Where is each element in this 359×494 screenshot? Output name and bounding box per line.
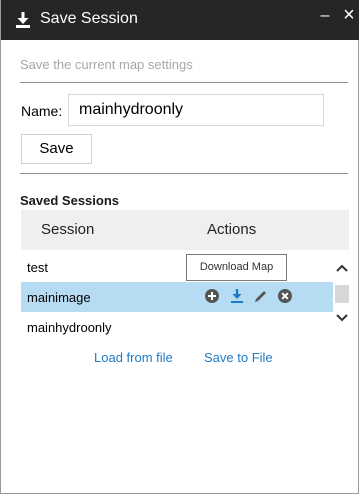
delete-circle-icon[interactable]: [277, 288, 293, 304]
save-to-file-link[interactable]: Save to File: [204, 350, 273, 365]
download-icon: [16, 12, 30, 28]
download-icon[interactable]: [229, 288, 245, 304]
session-name: mainimage: [27, 290, 91, 305]
table-row[interactable]: mainhydroonly: [21, 312, 333, 342]
saved-sessions-heading: Saved Sessions: [20, 193, 119, 208]
chevron-down-icon[interactable]: [335, 310, 349, 324]
edit-pencil-icon[interactable]: [253, 288, 269, 304]
save-session-panel: Save Session – × Save the current map se…: [0, 0, 359, 494]
divider: [20, 82, 348, 83]
minimize-icon[interactable]: –: [317, 7, 333, 29]
window-title: Save Session: [40, 10, 138, 27]
scrollbar-thumb[interactable]: [335, 285, 349, 303]
sessions-table-header: Session Actions: [21, 210, 349, 250]
session-name-input[interactable]: [68, 94, 324, 126]
add-circle-icon[interactable]: [204, 288, 220, 304]
name-label: Name:: [21, 103, 63, 119]
divider: [20, 173, 348, 174]
column-header-session: Session: [41, 221, 95, 238]
title-bar: Save Session – ×: [1, 0, 359, 40]
sessions-scrollbar[interactable]: [335, 252, 349, 342]
download-tooltip: Download Map: [186, 254, 287, 281]
session-name: test: [27, 260, 48, 275]
chevron-up-icon[interactable]: [335, 262, 349, 276]
panel-subtitle: Save the current map settings: [20, 57, 193, 72]
close-icon[interactable]: ×: [340, 4, 358, 28]
table-row[interactable]: mainimage: [21, 282, 333, 312]
column-header-actions: Actions: [207, 221, 257, 238]
save-button[interactable]: Save: [21, 134, 92, 164]
load-from-file-link[interactable]: Load from file: [94, 350, 173, 365]
session-name: mainhydroonly: [27, 320, 112, 335]
